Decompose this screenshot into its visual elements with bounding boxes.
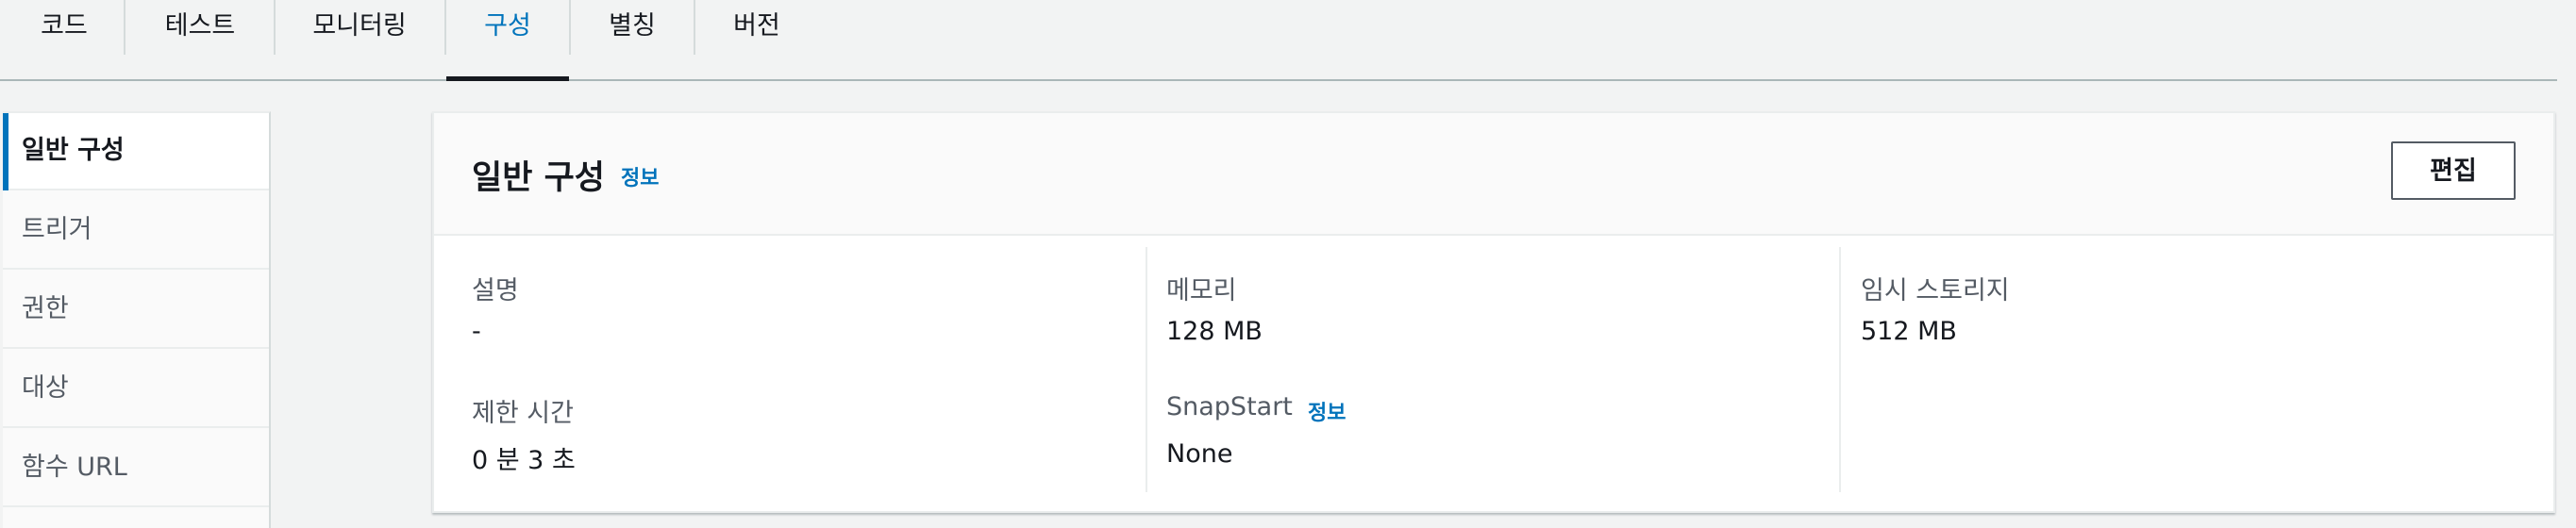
column-divider [1146,247,1147,492]
tab-code-label: 코드 [41,11,88,41]
active-tab-indicator [446,76,569,81]
tab-divider [694,0,695,55]
tab-test-label: 테스트 [164,11,236,41]
tab-monitoring[interactable]: 모니터링 [289,0,430,79]
tab-versions[interactable]: 버전 [706,0,808,79]
snapstart-value: None [1166,439,1233,469]
memory-label: 메모리 [1166,276,1237,305]
panel-title: 일반 구성 [472,159,605,197]
tab-bar: 코드 테스트 모니터링 구성 별칭 버전 [0,0,2557,81]
sidenav-item-label: 일반 구성 [22,136,125,165]
sidenav-item-function-url[interactable]: 함수 URL [3,430,269,507]
config-sidenav: 일반 구성 트리거 권한 대상 함수 URL [3,111,271,528]
snapstart-label: SnapStart [1166,392,1293,421]
sidenav-item-label: 함수 URL [22,453,127,482]
sidenav-item-triggers[interactable]: 트리거 [3,192,269,270]
panel-header: 일반 구성 정보 편집 [434,113,2553,236]
tab-test[interactable]: 테스트 [142,0,259,79]
tab-divider [274,0,276,55]
info-link[interactable]: 정보 [621,161,659,191]
tab-code[interactable]: 코드 [23,0,106,79]
tab-aliases-label: 별칭 [609,11,656,41]
memory-value: 128 MB [1166,317,1263,346]
tab-aliases[interactable]: 별칭 [581,0,683,79]
ephemeral-storage-value: 512 MB [1861,317,1957,346]
tab-configuration[interactable]: 구성 [446,0,569,81]
description-label: 설명 [472,276,519,305]
general-configuration-panel: 일반 구성 정보 편집 설명 - 제한 시간 0 분 3 초 메모리 128 M… [432,111,2555,513]
sidenav-item-destinations[interactable]: 대상 [3,351,269,428]
ephemeral-storage-label: 임시 스토리지 [1861,276,2010,305]
timeout-value: 0 분 3 초 [472,446,576,475]
tab-divider [124,0,125,55]
sidenav-item-permissions[interactable]: 권한 [3,272,269,349]
snapstart-info-link[interactable]: 정보 [1308,396,1346,426]
edit-button[interactable]: 편집 [2391,141,2516,200]
column-divider [1839,247,1841,492]
tab-divider [569,0,571,55]
sidenav-item-general-configuration[interactable]: 일반 구성 [3,113,269,190]
sidenav-item-label: 권한 [22,294,69,323]
sidenav-item-label: 대상 [22,373,69,403]
tab-monitoring-label: 모니터링 [312,11,407,41]
tab-configuration-label: 구성 [484,11,531,41]
tab-versions-label: 버전 [733,11,780,41]
sidenav-item-label: 트리거 [22,215,92,244]
timeout-label: 제한 시간 [472,399,574,428]
description-value: - [472,317,481,346]
